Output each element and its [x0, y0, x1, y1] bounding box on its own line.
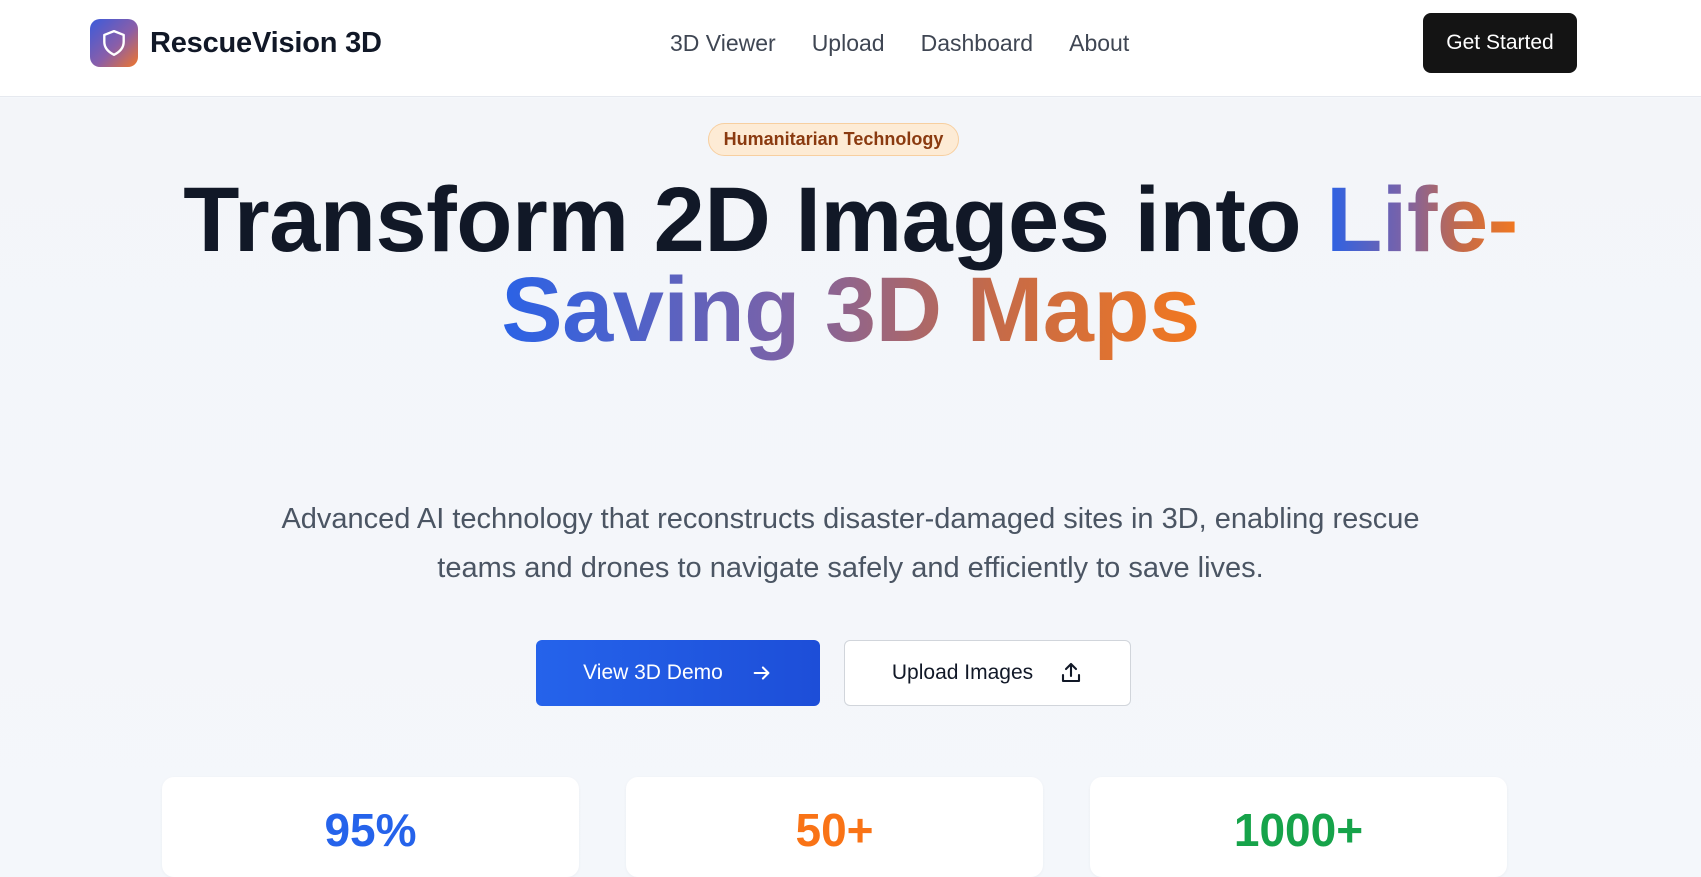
- stat-card-accuracy: 95%: [162, 777, 579, 877]
- nav-link-dashboard[interactable]: Dashboard: [921, 28, 1034, 58]
- stat-card-sites: 50+: [626, 777, 1043, 877]
- hero-subtitle: Advanced AI technology that reconstructs…: [281, 503, 1420, 584]
- headline-plain: Transform 2D Images into: [183, 169, 1327, 271]
- stat-card-lives: 1000+: [1090, 777, 1507, 877]
- stat-value: 95%: [324, 804, 417, 856]
- get-started-button[interactable]: Get Started: [1423, 13, 1577, 73]
- brand-name: RescueVision 3D: [150, 26, 382, 59]
- brand[interactable]: RescueVision 3D: [90, 19, 382, 67]
- nav-link-about[interactable]: About: [1069, 28, 1129, 58]
- top-navbar: RescueVision 3D 3D Viewer Upload Dashboa…: [0, 0, 1701, 97]
- logo: [90, 19, 138, 67]
- view-3d-demo-button[interactable]: View 3D Demo: [536, 640, 820, 706]
- stat-value: 1000+: [1233, 804, 1364, 856]
- main-nav: 3D Viewer Upload Dashboard About: [670, 28, 1129, 58]
- shield-icon: [103, 29, 125, 57]
- view-3d-demo-label: View 3D Demo: [583, 661, 723, 684]
- stat-value: 50+: [795, 804, 874, 856]
- upload-images-button[interactable]: Upload Images: [844, 640, 1131, 706]
- hero-badge: Humanitarian Technology: [708, 123, 959, 156]
- hero-headline: Transform 2D Images into Life- Saving 3D …: [100, 174, 1601, 356]
- upload-icon: [1062, 662, 1081, 683]
- headline-highlight-1: Life-: [1326, 169, 1518, 271]
- nav-link-upload[interactable]: Upload: [812, 28, 885, 58]
- headline-highlight-2: Saving 3D Maps: [501, 259, 1200, 361]
- arrow-right-icon: [753, 666, 770, 680]
- upload-images-label: Upload Images: [891, 661, 1034, 684]
- nav-link-3d-viewer[interactable]: 3D Viewer: [670, 28, 776, 58]
